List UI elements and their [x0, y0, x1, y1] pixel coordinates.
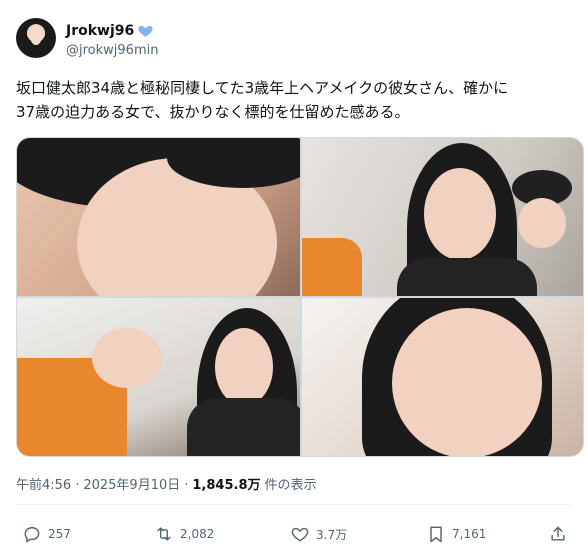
reply-count: 257 [48, 527, 71, 541]
tweet-text: 坂口健太郎34歳と極秘同棲してた3歳年上ヘアメイクの彼女さん、確かに 37歳の迫… [16, 76, 576, 124]
share-button[interactable] [548, 524, 568, 544]
photo-4[interactable] [302, 298, 583, 456]
bookmark-count: 7,161 [452, 527, 487, 541]
author-name-row[interactable]: Jrokwj96 [66, 22, 154, 39]
like-button[interactable]: 3.7万 [290, 524, 347, 544]
verified-badge-icon [137, 22, 154, 39]
tweet-date[interactable]: 2025年9月10日 [83, 474, 180, 493]
tweet-header: Jrokwj96 @jrokwj96min [16, 16, 572, 62]
repost-button[interactable]: 2,082 [154, 524, 214, 544]
photo-1[interactable] [17, 138, 300, 296]
display-name[interactable]: Jrokwj96 [66, 23, 134, 39]
view-count-label: 件の表示 [264, 478, 317, 493]
bookmark-button[interactable]: 7,161 [426, 524, 486, 544]
avatar[interactable] [16, 18, 56, 58]
photo-3[interactable] [17, 298, 300, 456]
heart-icon [290, 524, 310, 544]
tweet-text-line-2: 37歳の迫力ある女で、抜かりなく標的を仕留めた感ある。 [16, 103, 410, 121]
tweet-text-line-1: 坂口健太郎34歳と極秘同棲してた3歳年上ヘアメイクの彼女さん、確かに [16, 79, 509, 97]
action-bar: 257 2,082 3.7万 7,161 [16, 524, 572, 548]
photo-2[interactable] [302, 138, 583, 296]
repost-icon [154, 524, 174, 544]
media-grid [16, 137, 584, 457]
view-count: 1,845.8万 [192, 478, 261, 493]
tweet-time[interactable]: 午前4:56 [16, 474, 71, 493]
repost-count: 2,082 [180, 527, 215, 541]
meta-separator: · [184, 478, 189, 493]
handle[interactable]: @jrokwj96min [66, 43, 158, 58]
like-count: 3.7万 [316, 527, 348, 542]
divider [16, 504, 572, 505]
meta-separator: · [75, 478, 80, 493]
bookmark-icon [426, 524, 446, 544]
reply-icon [22, 524, 42, 544]
share-icon [548, 524, 568, 544]
reply-button[interactable]: 257 [22, 524, 71, 544]
tweet-meta: 午前4:56 · 2025年9月10日 · 1,845.8万 件の表示 [16, 474, 317, 493]
